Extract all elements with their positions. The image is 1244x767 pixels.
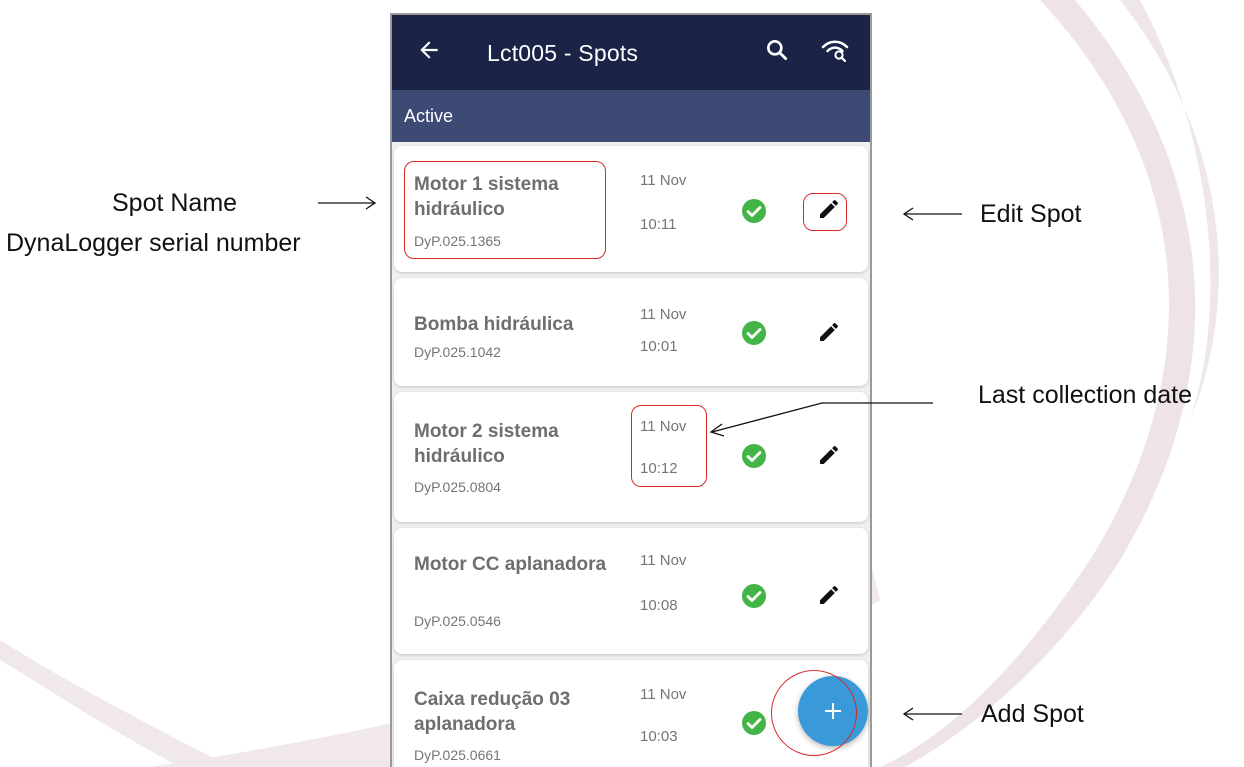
spot-name: Caixa redução 03 aplanadora xyxy=(414,689,571,735)
check-circle-icon xyxy=(742,584,766,608)
annotation-spot-name: Spot Name xyxy=(112,189,238,217)
spot-name: Bomba hidráulica xyxy=(414,314,574,335)
edit-highlight xyxy=(803,193,847,231)
spot-date: 11 Nov xyxy=(640,306,687,323)
pencil-icon[interactable] xyxy=(817,320,841,344)
arrow-left-icon[interactable] xyxy=(416,37,442,63)
spot-card[interactable]: Bomba hidráulica DyP.025.1042 11 Nov 10:… xyxy=(394,278,868,386)
spot-name: Motor CC aplanadora xyxy=(414,554,607,575)
spot-serial: DyP.025.0546 xyxy=(414,613,501,629)
spot-time: 10:11 xyxy=(640,216,677,233)
spot-time: 10:08 xyxy=(640,597,678,614)
pencil-icon[interactable] xyxy=(817,583,841,607)
page-title: Lct005 - Spots xyxy=(487,40,639,66)
annotation-edit-spot: Edit Spot xyxy=(980,200,1082,228)
add-highlight xyxy=(771,670,857,756)
annotation-serial-number: DynaLogger serial number xyxy=(6,229,301,257)
check-circle-icon xyxy=(742,711,766,735)
annotation-add-spot: Add Spot xyxy=(981,700,1084,728)
spot-name-highlight xyxy=(404,161,606,259)
spot-serial: DyP.025.1042 xyxy=(414,344,501,360)
wifi-search-icon[interactable] xyxy=(820,37,850,63)
check-circle-icon xyxy=(742,444,766,468)
phone-screen: Lct005 - Spots Active Motor 1 sistema hi… xyxy=(390,13,872,767)
spot-date: 11 Nov xyxy=(640,172,687,189)
spot-serial: DyP.025.0661 xyxy=(414,747,501,763)
pencil-icon[interactable] xyxy=(817,443,841,467)
app-bar: Lct005 - Spots xyxy=(392,15,870,90)
spot-name: Motor 2 sistema hidráulico xyxy=(414,421,559,467)
check-circle-icon xyxy=(742,199,766,223)
annotation-last-collection: Last collection date xyxy=(978,381,1193,409)
spot-date: 11 Nov xyxy=(640,686,687,703)
check-circle-icon xyxy=(742,321,766,345)
date-highlight xyxy=(631,405,707,487)
section-header: Active xyxy=(392,90,870,142)
search-icon[interactable] xyxy=(764,37,790,63)
spot-time: 10:03 xyxy=(640,728,678,745)
spot-card[interactable]: Motor CC aplanadora DyP.025.0546 11 Nov … xyxy=(394,528,868,654)
section-label: Active xyxy=(404,106,454,126)
spot-serial: DyP.025.0804 xyxy=(414,479,501,495)
spot-time: 10:01 xyxy=(640,338,678,355)
spot-date: 11 Nov xyxy=(640,552,687,569)
